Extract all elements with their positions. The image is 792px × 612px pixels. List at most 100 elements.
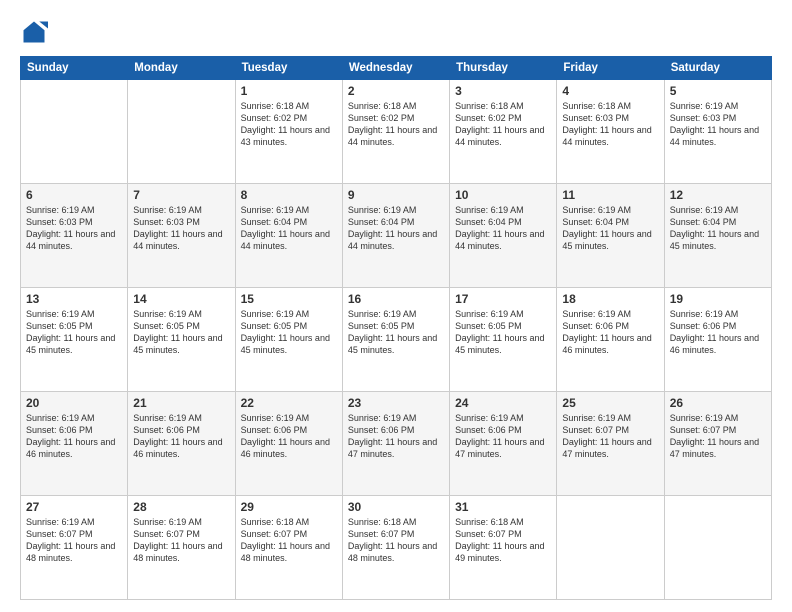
day-number: 29 — [241, 500, 337, 514]
calendar-cell: 23Sunrise: 6:19 AM Sunset: 6:06 PM Dayli… — [342, 392, 449, 496]
day-number: 19 — [670, 292, 766, 306]
day-number: 21 — [133, 396, 229, 410]
calendar-cell: 20Sunrise: 6:19 AM Sunset: 6:06 PM Dayli… — [21, 392, 128, 496]
day-number: 28 — [133, 500, 229, 514]
calendar-cell: 26 Sunrise: 6:19 AM Sunset: 6:07 PM Dayli… — [664, 392, 771, 496]
day-info: Sunrise: 6:19 AM Sunset: 6:06 PM Dayligh… — [455, 412, 551, 461]
calendar-cell: 14 Sunrise: 6:19 AM Sunset: 6:05 PM Dayli… — [128, 288, 235, 392]
day-info: Sunrise: 6:19 AM Sunset: 6:05 PM Dayligh… — [241, 308, 337, 357]
calendar-cell: 11 Sunrise: 6:19 AM Sunset: 6:04 PM Dayli… — [557, 184, 664, 288]
day-number: 25 — [562, 396, 658, 410]
calendar-cell: 5Sunrise: 6:19 AM Sunset: 6:03 PM Daylig… — [664, 80, 771, 184]
day-info: Sunrise: 6:19 AM Sunset: 6:04 PM Dayligh… — [562, 204, 658, 253]
day-number: 8 — [241, 188, 337, 202]
day-number: 14 — [133, 292, 229, 306]
calendar-cell: 29 Sunrise: 6:18 AM Sunset: 6:07 PM Dayli… — [235, 496, 342, 600]
calendar-cell: 30 Sunrise: 6:18 AM Sunset: 6:07 PM Dayli… — [342, 496, 449, 600]
day-number: 9 — [348, 188, 444, 202]
calendar-week-1: 1Sunrise: 6:18 AM Sunset: 6:02 PM Daylig… — [21, 80, 772, 184]
day-number: 31 — [455, 500, 551, 514]
calendar-cell: 2Sunrise: 6:18 AM Sunset: 6:02 PM Daylig… — [342, 80, 449, 184]
day-info: Sunrise: 6:19 AM Sunset: 6:03 PM Dayligh… — [133, 204, 229, 253]
day-info: Sunrise: 6:19 AM Sunset: 6:07 PM Dayligh… — [670, 412, 766, 461]
calendar-week-4: 20 Sunrise: 6:19 AM Sunset: 6:06 PM Dayli… — [21, 392, 772, 496]
day-info: Sunrise: 6:19 AM Sunset: 6:03 PM Dayligh… — [26, 204, 122, 253]
calendar-week-2: 6 Sunrise: 6:19 AM Sunset: 6:03 PM Daylig… — [21, 184, 772, 288]
calendar-week-5: 27 Sunrise: 6:19 AM Sunset: 6:07 PM Dayli… — [21, 496, 772, 600]
calendar-cell: 24Sunrise: 6:19 AM Sunset: 6:06 PM Dayli… — [450, 392, 557, 496]
calendar-cell — [664, 496, 771, 600]
calendar-header-wednesday: Wednesday — [342, 57, 449, 80]
day-info: Sunrise: 6:19 AM Sunset: 6:07 PM Dayligh… — [562, 412, 658, 461]
day-info: Sunrise: 6:18 AM Sunset: 6:07 PM Dayligh… — [241, 516, 337, 565]
day-info: Sunrise: 6:19 AM Sunset: 6:06 PM Dayligh… — [133, 412, 229, 461]
calendar-table: SundayMondayTuesdayWednesdayThursdayFrid… — [20, 56, 772, 600]
day-info: Sunrise: 6:18 AM Sunset: 6:03 PM Dayligh… — [562, 100, 658, 149]
day-number: 4 — [562, 84, 658, 98]
day-info: Sunrise: 6:19 AM Sunset: 6:04 PM Dayligh… — [455, 204, 551, 253]
calendar-cell: 27 Sunrise: 6:19 AM Sunset: 6:07 PM Dayli… — [21, 496, 128, 600]
day-number: 11 — [562, 188, 658, 202]
day-info: Sunrise: 6:19 AM Sunset: 6:04 PM Dayligh… — [670, 204, 766, 253]
day-number: 18 — [562, 292, 658, 306]
calendar-cell: 13Sunrise: 6:19 AM Sunset: 6:05 PM Dayli… — [21, 288, 128, 392]
calendar-cell: 21 Sunrise: 6:19 AM Sunset: 6:06 PM Dayli… — [128, 392, 235, 496]
day-info: Sunrise: 6:18 AM Sunset: 6:07 PM Dayligh… — [348, 516, 444, 565]
calendar-cell: 9 Sunrise: 6:19 AM Sunset: 6:04 PM Daylig… — [342, 184, 449, 288]
day-number: 7 — [133, 188, 229, 202]
day-number: 23 — [348, 396, 444, 410]
day-info: Sunrise: 6:19 AM Sunset: 6:04 PM Dayligh… — [348, 204, 444, 253]
day-number: 26 — [670, 396, 766, 410]
day-info: Sunrise: 6:19 AM Sunset: 6:04 PM Dayligh… — [241, 204, 337, 253]
calendar-cell: 17 Sunrise: 6:19 AM Sunset: 6:05 PM Dayli… — [450, 288, 557, 392]
calendar-cell: 6 Sunrise: 6:19 AM Sunset: 6:03 PM Daylig… — [21, 184, 128, 288]
day-info: Sunrise: 6:18 AM Sunset: 6:02 PM Dayligh… — [241, 100, 337, 149]
calendar-week-3: 13 Sunrise: 6:19 AM Sunset: 6:05 PM Dayli… — [21, 288, 772, 392]
calendar-cell: 22Sunrise: 6:19 AM Sunset: 6:06 PM Dayli… — [235, 392, 342, 496]
calendar-cell: 16 Sunrise: 6:19 AM Sunset: 6:05 PM Dayli… — [342, 288, 449, 392]
day-number: 15 — [241, 292, 337, 306]
calendar-header-thursday: Thursday — [450, 57, 557, 80]
day-number: 27 — [26, 500, 122, 514]
header — [20, 18, 772, 46]
calendar-header-monday: Monday — [128, 57, 235, 80]
calendar-header-row: SundayMondayTuesdayWednesdayThursdayFrid… — [21, 57, 772, 80]
day-number: 16 — [348, 292, 444, 306]
calendar-cell: 10 Sunrise: 6:19 AM Sunset: 6:04 PM Dayli… — [450, 184, 557, 288]
logo — [20, 18, 52, 46]
calendar-cell — [128, 80, 235, 184]
logo-icon — [20, 18, 48, 46]
day-info: Sunrise: 6:19 AM Sunset: 6:06 PM Dayligh… — [670, 308, 766, 357]
calendar-cell: 8 Sunrise: 6:19 AM Sunset: 6:04 PM Daylig… — [235, 184, 342, 288]
calendar-cell: 15 Sunrise: 6:19 AM Sunset: 6:05 PM Dayli… — [235, 288, 342, 392]
day-number: 5 — [670, 84, 766, 98]
calendar-header-sunday: Sunday — [21, 57, 128, 80]
day-info: Sunrise: 6:19 AM Sunset: 6:05 PM Dayligh… — [455, 308, 551, 357]
calendar-cell: 1Sunrise: 6:18 AM Sunset: 6:02 PM Daylig… — [235, 80, 342, 184]
day-info: Sunrise: 6:18 AM Sunset: 6:07 PM Dayligh… — [455, 516, 551, 565]
day-info: Sunrise: 6:18 AM Sunset: 6:02 PM Dayligh… — [348, 100, 444, 149]
calendar-cell: 19 Sunrise: 6:19 AM Sunset: 6:06 PM Dayli… — [664, 288, 771, 392]
calendar-cell: 18 Sunrise: 6:19 AM Sunset: 6:06 PM Dayli… — [557, 288, 664, 392]
day-info: Sunrise: 6:19 AM Sunset: 6:07 PM Dayligh… — [26, 516, 122, 565]
day-number: 20 — [26, 396, 122, 410]
calendar-cell: 25 Sunrise: 6:19 AM Sunset: 6:07 PM Dayli… — [557, 392, 664, 496]
day-number: 13 — [26, 292, 122, 306]
calendar-cell: 4 Sunrise: 6:18 AM Sunset: 6:03 PM Daylig… — [557, 80, 664, 184]
day-number: 12 — [670, 188, 766, 202]
calendar-cell: 31 Sunrise: 6:18 AM Sunset: 6:07 PM Dayli… — [450, 496, 557, 600]
calendar-header-tuesday: Tuesday — [235, 57, 342, 80]
day-number: 6 — [26, 188, 122, 202]
day-number: 30 — [348, 500, 444, 514]
page: SundayMondayTuesdayWednesdayThursdayFrid… — [0, 0, 792, 612]
day-info: Sunrise: 6:19 AM Sunset: 6:07 PM Dayligh… — [133, 516, 229, 565]
day-number: 22 — [241, 396, 337, 410]
calendar-cell — [21, 80, 128, 184]
day-info: Sunrise: 6:19 AM Sunset: 6:06 PM Dayligh… — [562, 308, 658, 357]
day-info: Sunrise: 6:19 AM Sunset: 6:05 PM Dayligh… — [348, 308, 444, 357]
day-number: 10 — [455, 188, 551, 202]
calendar-cell: 3Sunrise: 6:18 AM Sunset: 6:02 PM Daylig… — [450, 80, 557, 184]
calendar-cell — [557, 496, 664, 600]
day-number: 17 — [455, 292, 551, 306]
day-info: Sunrise: 6:19 AM Sunset: 6:05 PM Dayligh… — [133, 308, 229, 357]
